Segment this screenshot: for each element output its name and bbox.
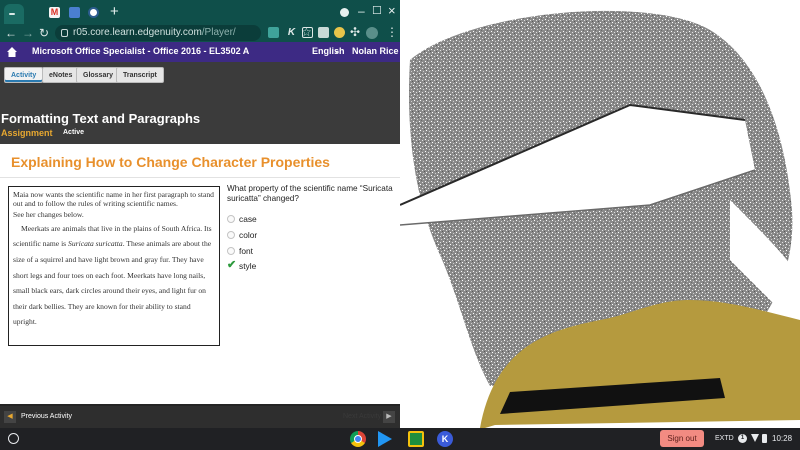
previous-activity-button[interactable]: Previous Activity [21, 413, 72, 420]
minimize-icon[interactable]: – [358, 4, 365, 18]
radio-button[interactable] [227, 231, 235, 239]
classroom-tab-icon[interactable] [69, 7, 80, 18]
option-label: case [239, 214, 257, 224]
extension-badge-icon[interactable] [334, 27, 345, 38]
gmail-tab-icon[interactable]: M [49, 7, 60, 18]
lesson-header: Formatting Text and Paragraphs Assignmen… [0, 88, 400, 144]
kami-app-icon[interactable]: K [437, 431, 453, 447]
classroom-app-icon[interactable] [408, 431, 424, 447]
play-store-icon[interactable] [378, 431, 392, 447]
next-arrow-icon[interactable]: ▶ [383, 411, 395, 423]
browser-toolbar: ← → ↻ r05.core.learn.edgenuity.com/Playe… [0, 24, 400, 42]
chevron-down-icon[interactable]: ⌄ [333, 45, 341, 56]
option-label: font [239, 246, 253, 256]
extension-reader-icon[interactable] [318, 27, 329, 38]
browser-tab-strip: M + – ☐ × [0, 0, 400, 24]
radio-button[interactable] [227, 247, 235, 255]
notification-count-icon[interactable]: 1 [738, 434, 747, 443]
course-title: Microsoft Office Specialist - Office 201… [32, 46, 250, 56]
tab-transcript[interactable]: Transcript [116, 67, 164, 83]
extensions-puzzle-icon[interactable]: ✣ [350, 26, 361, 38]
extension-icon[interactable] [268, 27, 279, 38]
address-bar[interactable]: r05.core.learn.edgenuity.com/Player/ ☆ [55, 25, 312, 41]
clock[interactable]: 10:28 [772, 434, 792, 443]
browser-menu-icon[interactable]: ⋮ [386, 25, 398, 39]
tab-glossary[interactable]: Glossary [76, 67, 120, 83]
knight-helmet-drawing [400, 10, 800, 428]
tab-activity[interactable]: Activity [4, 67, 44, 83]
forward-arrow-icon[interactable]: → [22, 25, 34, 41]
edgenuity-tab-icon[interactable] [88, 7, 99, 18]
assignment-label: Assignment [1, 128, 53, 138]
lock-icon [61, 29, 68, 37]
kami-extension-icon[interactable]: K [286, 27, 297, 38]
activity-navigation: ◀ Previous Activity Next Activity ▶ [0, 404, 400, 428]
scientific-name: Suricata suricatta [68, 239, 123, 249]
divider [0, 177, 400, 178]
passage-instruction: See her changes below. [13, 209, 84, 219]
previous-arrow-icon[interactable]: ◀ [4, 411, 16, 423]
browser-window: M + – ☐ × ← → ↻ r05.core.learn.edgenuity… [0, 0, 400, 428]
activity-content: Explaining How to Change Character Prope… [0, 144, 400, 404]
activity-tabs: Activity eNotes Glossary Transcript [0, 62, 400, 88]
home-icon[interactable] [6, 46, 18, 58]
user-name[interactable]: Nolan Rice [352, 46, 399, 56]
profile-avatar-icon[interactable] [366, 27, 378, 39]
passage-body: Meerkats are animals that live in the pl… [13, 223, 212, 327]
wifi-icon[interactable] [751, 434, 759, 442]
extension-screenshot-icon[interactable] [302, 27, 313, 38]
system-shelf: K Sign out EXTD 1 10:28 [0, 428, 800, 450]
passage-intro: Maia now wants the scientific name in he… [13, 190, 214, 209]
tab-enotes[interactable]: eNotes [42, 67, 80, 83]
back-arrow-icon[interactable]: ← [5, 25, 17, 41]
lesson-title: Formatting Text and Paragraphs [1, 111, 201, 126]
chrome-app-icon[interactable] [350, 431, 366, 447]
radio-button[interactable] [227, 215, 235, 223]
next-activity-button[interactable]: Next Activity [343, 413, 381, 420]
sign-out-button[interactable]: Sign out [660, 430, 704, 447]
reload-icon[interactable]: ↻ [39, 25, 49, 41]
reading-passage: Maia now wants the scientific name in he… [8, 186, 220, 346]
content-title: Explaining How to Change Character Prope… [11, 154, 330, 170]
drawing-canvas [400, 0, 800, 428]
checkmark-icon: ✔ [227, 259, 237, 271]
account-dot-icon[interactable] [340, 8, 349, 17]
launcher-icon[interactable] [8, 433, 19, 444]
assignment-status: Active [63, 129, 85, 136]
close-icon[interactable]: × [388, 4, 396, 18]
input-method-indicator[interactable]: EXTD [715, 435, 734, 442]
option-label: style [239, 261, 257, 271]
question-text: What property of the scientific name “Su… [227, 184, 393, 203]
url-text: r05.core.learn.edgenuity.com/Player/ [73, 27, 236, 38]
new-tab-button[interactable]: + [110, 3, 119, 21]
option-label: color [239, 230, 258, 240]
maximize-icon[interactable]: ☐ [372, 4, 382, 18]
battery-icon[interactable] [762, 434, 767, 443]
course-app-bar: Microsoft Office Specialist - Office 201… [0, 42, 400, 62]
tab-favicon-dash-icon [9, 13, 15, 15]
